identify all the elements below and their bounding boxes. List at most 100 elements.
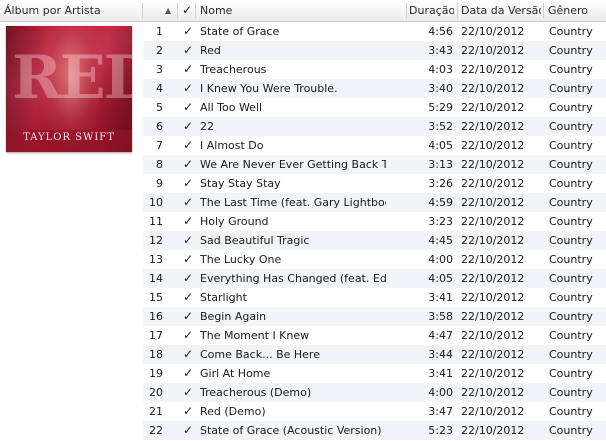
track-number: 22 — [149, 424, 163, 437]
track-genre: Country — [549, 215, 593, 228]
track-checkbox[interactable]: ✓ — [182, 364, 194, 383]
track-release-date: 22/10/2012 — [461, 424, 525, 437]
track-genre: Country — [549, 329, 593, 342]
column-divider[interactable] — [543, 3, 544, 18]
track-checkbox[interactable]: ✓ — [182, 269, 194, 288]
sort-ascending-icon[interactable]: ▲ — [165, 0, 171, 21]
track-row[interactable]: 22 ✓ State of Grace (Acoustic Version) 5:23… — [143, 421, 606, 440]
track-row[interactable]: 7 ✓ I Almost Do 4:05 22/10/2012 Country — [143, 136, 606, 155]
track-number: 20 — [149, 386, 163, 399]
track-genre: Country — [549, 405, 593, 418]
track-row[interactable]: 12 ✓ Sad Beautiful Tragic 4:45 22/10/2012 Cou… — [143, 231, 606, 250]
track-release-date: 22/10/2012 — [461, 120, 525, 133]
track-duration: 3:43 — [428, 44, 453, 57]
track-checkbox[interactable]: ✓ — [182, 421, 194, 440]
track-number: 21 — [149, 405, 163, 418]
column-header-check[interactable]: ✓ — [182, 0, 192, 21]
track-row[interactable]: 2 ✓ Red 3:43 22/10/2012 Country — [143, 41, 606, 60]
track-row[interactable]: 9 ✓ Stay Stay Stay 3:26 22/10/2012 Country — [143, 174, 606, 193]
column-header-album-by-artist[interactable]: Álbum por Artista — [4, 0, 139, 21]
track-row[interactable]: 10 ✓ The Last Time (feat. Gary Lightbody) 4… — [143, 193, 606, 212]
column-divider[interactable] — [457, 3, 458, 18]
track-genre: Country — [549, 44, 593, 57]
track-row[interactable]: 5 ✓ All Too Well 5:29 22/10/2012 Country — [143, 98, 606, 117]
column-header-duration[interactable]: Duração — [409, 0, 454, 21]
track-checkbox[interactable]: ✓ — [182, 41, 194, 60]
track-genre: Country — [549, 291, 593, 304]
track-checkbox[interactable]: ✓ — [182, 307, 194, 326]
music-library-window: Álbum por Artista ▲ ✓ Nome Duração Data … — [0, 0, 606, 441]
album-artwork[interactable]: RED TAYLOR SWIFT — [6, 26, 132, 152]
track-release-date: 22/10/2012 — [461, 405, 525, 418]
track-row[interactable]: 20 ✓ Treacherous (Demo) 4:00 22/10/2012 Count… — [143, 383, 606, 402]
track-row[interactable]: 8 ✓ We Are Never Ever Getting Back T... 3:1… — [143, 155, 606, 174]
track-checkbox[interactable]: ✓ — [182, 155, 194, 174]
track-name: Holy Ground — [200, 215, 269, 228]
track-row[interactable]: 3 ✓ Treacherous 4:03 22/10/2012 Country — [143, 60, 606, 79]
track-row[interactable]: 16 ✓ Begin Again 3:58 22/10/2012 Country — [143, 307, 606, 326]
column-divider[interactable] — [406, 3, 407, 18]
track-checkbox[interactable]: ✓ — [182, 136, 194, 155]
track-release-date: 22/10/2012 — [461, 329, 525, 342]
track-release-date: 22/10/2012 — [461, 177, 525, 190]
track-name: Begin Again — [200, 310, 267, 323]
track-checkbox[interactable]: ✓ — [182, 98, 194, 117]
track-row[interactable]: 19 ✓ Girl At Home 3:41 22/10/2012 Country — [143, 364, 606, 383]
track-row[interactable]: 11 ✓ Holy Ground 3:23 22/10/2012 Country — [143, 212, 606, 231]
track-release-date: 22/10/2012 — [461, 310, 525, 323]
track-checkbox[interactable]: ✓ — [182, 383, 194, 402]
track-duration: 4:03 — [428, 63, 453, 76]
track-release-date: 22/10/2012 — [461, 253, 525, 266]
track-checkbox[interactable]: ✓ — [182, 288, 194, 307]
track-genre: Country — [549, 63, 593, 76]
track-name: We Are Never Ever Getting Back T... — [200, 158, 386, 171]
track-duration: 3:40 — [428, 82, 453, 95]
column-divider[interactable] — [142, 3, 143, 18]
track-checkbox[interactable]: ✓ — [182, 326, 194, 345]
track-duration: 4:00 — [428, 386, 453, 399]
column-header-name[interactable]: Nome — [200, 0, 400, 21]
track-checkbox[interactable]: ✓ — [182, 212, 194, 231]
track-duration: 4:00 — [428, 253, 453, 266]
track-row[interactable]: 18 ✓ Come Back... Be Here 3:44 22/10/2012 Cou… — [143, 345, 606, 364]
track-checkbox[interactable]: ✓ — [182, 174, 194, 193]
track-row[interactable]: 6 ✓ 22 3:52 22/10/2012 Country — [143, 117, 606, 136]
track-checkbox[interactable]: ✓ — [182, 193, 194, 212]
track-number: 1 — [156, 25, 163, 38]
track-row[interactable]: 15 ✓ Starlight 3:41 22/10/2012 Country — [143, 288, 606, 307]
column-divider[interactable] — [177, 3, 178, 18]
track-release-date: 22/10/2012 — [461, 63, 525, 76]
track-name: The Moment I Knew — [200, 329, 310, 342]
track-checkbox[interactable]: ✓ — [182, 22, 194, 41]
track-checkbox[interactable]: ✓ — [182, 117, 194, 136]
track-row[interactable]: 17 ✓ The Moment I Knew 4:47 22/10/2012 Countr… — [143, 326, 606, 345]
column-divider[interactable] — [195, 3, 196, 18]
column-header-genre[interactable]: Gênero — [548, 0, 604, 21]
track-checkbox[interactable]: ✓ — [182, 60, 194, 79]
track-checkbox[interactable]: ✓ — [182, 231, 194, 250]
track-release-date: 22/10/2012 — [461, 348, 525, 361]
track-duration: 3:26 — [428, 177, 453, 190]
track-checkbox[interactable]: ✓ — [182, 402, 194, 421]
track-row[interactable]: 21 ✓ Red (Demo) 3:47 22/10/2012 Country — [143, 402, 606, 421]
track-row[interactable]: 1 ✓ State of Grace 4:56 22/10/2012 Country — [143, 22, 606, 41]
track-checkbox[interactable]: ✓ — [182, 250, 194, 269]
track-row[interactable]: 14 ✓ Everything Has Changed (feat. Ed ... 4… — [143, 269, 606, 288]
track-row[interactable]: 13 ✓ The Lucky One 4:00 22/10/2012 Country — [143, 250, 606, 269]
track-genre: Country — [549, 272, 593, 285]
track-release-date: 22/10/2012 — [461, 386, 525, 399]
track-genre: Country — [549, 158, 593, 171]
track-number: 2 — [156, 44, 163, 57]
column-header-release-date[interactable]: Data da Versão — [461, 0, 541, 21]
album-art-title: RED — [12, 43, 132, 113]
track-row[interactable]: 4 ✓ I Knew You Were Trouble. 3:40 22/10/2012… — [143, 79, 606, 98]
track-duration: 5:23 — [428, 424, 453, 437]
track-number: 15 — [149, 291, 163, 304]
track-release-date: 22/10/2012 — [461, 215, 525, 228]
track-genre: Country — [549, 234, 593, 247]
track-checkbox[interactable]: ✓ — [182, 79, 194, 98]
track-release-date: 22/10/2012 — [461, 82, 525, 95]
track-checkbox[interactable]: ✓ — [182, 345, 194, 364]
track-number: 8 — [156, 158, 163, 171]
track-duration: 4:56 — [428, 25, 453, 38]
